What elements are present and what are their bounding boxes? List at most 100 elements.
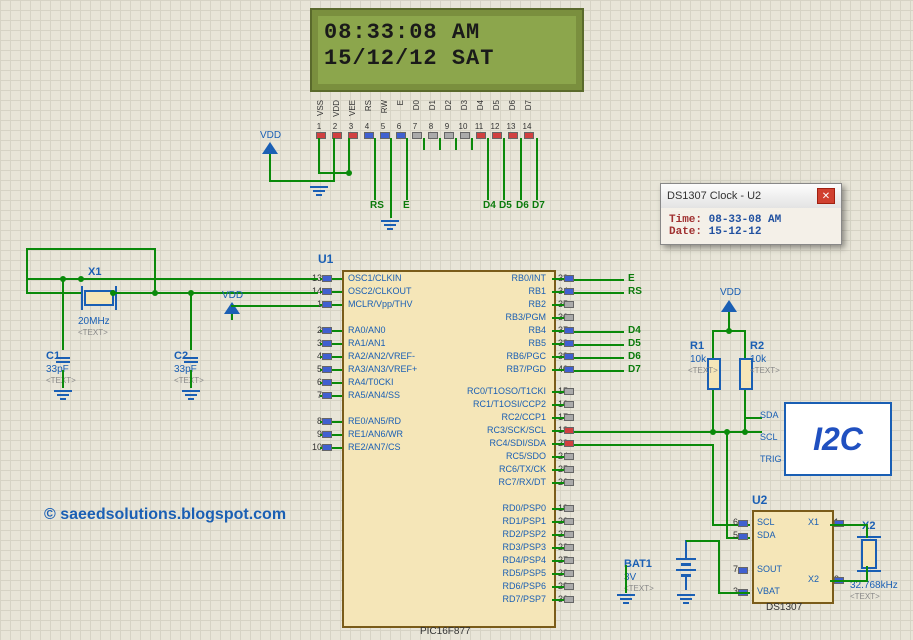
net-e-r: E xyxy=(628,273,635,284)
u1-pin-label: RE1/AN6/WR xyxy=(348,429,403,439)
wire xyxy=(574,344,624,346)
lcd-pin-num: 10 xyxy=(458,122,468,131)
pin-box xyxy=(322,301,332,308)
pin-box xyxy=(564,479,574,486)
vdd-symbol xyxy=(224,302,240,314)
lcd-pin-num: 11 xyxy=(474,122,484,131)
lcd-pin-box xyxy=(428,132,438,139)
pin-box xyxy=(564,314,574,321)
lcd-pin-num: 1 xyxy=(314,122,324,131)
wire xyxy=(536,138,538,200)
net-d6: D6 xyxy=(516,200,529,211)
gnd-symbol xyxy=(617,592,635,606)
c2-val: 33pF xyxy=(174,364,197,375)
net-e: E xyxy=(403,200,410,211)
u1-pin-label: RB0/INT xyxy=(456,273,546,283)
pin-box xyxy=(322,340,332,347)
net-d5: D5 xyxy=(499,200,512,211)
pin-box xyxy=(564,557,574,564)
pin-box xyxy=(564,427,574,434)
x1-val: 20MHz xyxy=(78,316,110,327)
u2-pin-label: X1 xyxy=(808,517,819,527)
lcd-pin-label: VSS xyxy=(316,100,325,116)
pin-box xyxy=(564,596,574,603)
u1-pin-label: RC0/T1OSO/T1CKI xyxy=(456,386,546,396)
u1-pin-label: OSC2/CLKOUT xyxy=(348,286,412,296)
u1-pin-label: RC2/CCP1 xyxy=(456,412,546,422)
u2-pin-label: SOUT xyxy=(757,564,782,574)
u1-pin-label: RA1/AN1 xyxy=(348,338,386,348)
vdd-label-lcd: VDD xyxy=(260,130,281,141)
lcd-pin-box xyxy=(492,132,502,139)
wire xyxy=(574,279,624,281)
u1-pin-label: RD4/PSP4 xyxy=(456,555,546,565)
u1-pin-label: RA5/AN4/SS xyxy=(348,390,400,400)
lcd-pin-label: D5 xyxy=(492,100,501,110)
wire xyxy=(744,330,746,358)
gnd-symbol xyxy=(54,388,72,402)
wire xyxy=(406,138,408,200)
u2-pin-label: SCL xyxy=(757,517,775,527)
popup-titlebar[interactable]: DS1307 Clock - U2 ✕ xyxy=(661,184,841,208)
pin-box xyxy=(564,366,574,373)
lcd-pin-label: D6 xyxy=(508,100,517,110)
wire xyxy=(348,138,350,174)
net-d4-r: D4 xyxy=(628,325,641,336)
wire xyxy=(269,180,334,182)
popup-time-val: 08-33-08 AM xyxy=(709,214,782,226)
c2-txt: <TEXT> xyxy=(174,376,204,385)
u1-pin-label: RB5 xyxy=(456,338,546,348)
wire xyxy=(712,444,714,524)
u1-pin-label: RD7/PSP7 xyxy=(456,594,546,604)
u1-pin-label: RD2/PSP2 xyxy=(456,529,546,539)
vdd-label-mclr: VDD xyxy=(222,290,243,301)
wire xyxy=(718,592,750,594)
lcd-pin-label: D7 xyxy=(524,100,533,110)
wire xyxy=(439,138,441,150)
popup-title-text: DS1307 Clock - U2 xyxy=(667,190,761,202)
lcd-pin-box xyxy=(444,132,454,139)
u2-pin-label: VBAT xyxy=(757,586,780,596)
wire xyxy=(471,138,473,150)
u1-pin-label: RD1/PSP1 xyxy=(456,516,546,526)
wire xyxy=(625,565,627,593)
popup-body: Time: 08-33-08 AM Date: 15-12-12 xyxy=(661,208,841,244)
pin-box xyxy=(322,379,332,386)
r1-ref: R1 xyxy=(690,340,704,352)
u2-ref: U2 xyxy=(752,493,767,507)
u1-pin-label: RB7/PGD xyxy=(456,364,546,374)
x2-crystal[interactable] xyxy=(861,539,877,569)
wire xyxy=(318,138,320,172)
wire xyxy=(744,417,746,433)
wire xyxy=(455,138,457,150)
wire xyxy=(190,370,192,388)
u1-pin-label: RA4/T0CKI xyxy=(348,377,394,387)
pin-box xyxy=(322,418,332,425)
schematic-canvas[interactable]: { "lcd": {"line1": "08:33:08 AM", "line2… xyxy=(0,0,913,640)
u1-pin-label: RE2/AN7/CS xyxy=(348,442,401,452)
u1-pin-label: RD0/PSP0 xyxy=(456,503,546,513)
r2-txt: <TEXT> xyxy=(750,366,780,375)
wire xyxy=(574,444,714,446)
wire xyxy=(712,431,762,433)
u1-pin-label: RC3/SCK/SCL xyxy=(456,425,546,435)
lcd-pin-label: VEE xyxy=(348,100,357,116)
i2c-debugger[interactable]: I2C xyxy=(784,402,892,476)
wire xyxy=(866,566,868,582)
pin-box xyxy=(564,301,574,308)
bat1-ref: BAT1 xyxy=(624,558,652,570)
pin-box xyxy=(564,518,574,525)
u1-pin-label: RA3/AN3/VREF+ xyxy=(348,364,417,374)
net-d6-r: D6 xyxy=(628,351,641,362)
lcd-pin-label: D2 xyxy=(444,100,453,110)
ds1307-popup[interactable]: DS1307 Clock - U2 ✕ Time: 08-33-08 AM Da… xyxy=(660,183,842,245)
gnd-symbol xyxy=(182,388,200,402)
wire xyxy=(269,154,271,180)
u1-pin-label: RC1/T1OSI/CCP2 xyxy=(456,399,546,409)
lcd-pin-num: 12 xyxy=(490,122,500,131)
u1-pin-label: RD6/PSP6 xyxy=(456,581,546,591)
gnd-symbol xyxy=(310,184,328,198)
lcd-display[interactable]: 08:33:08 AM 15/12/12 SAT xyxy=(310,8,584,92)
close-icon[interactable]: ✕ xyxy=(817,188,835,204)
wire xyxy=(574,370,624,372)
